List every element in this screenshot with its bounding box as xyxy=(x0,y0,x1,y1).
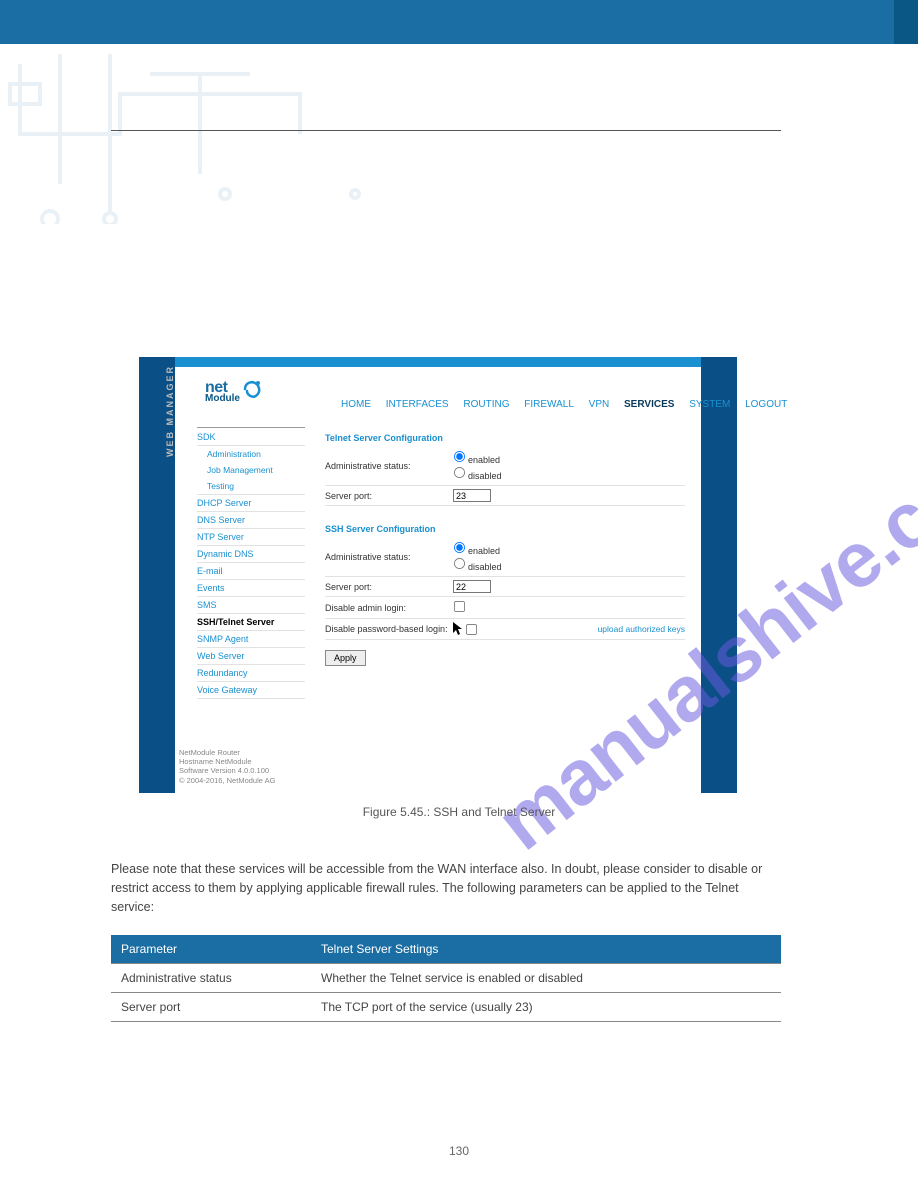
sidebar-item-ntp[interactable]: NTP Server xyxy=(197,529,305,546)
ssh-disable-pw-row: Disable password-based login: upload aut… xyxy=(325,619,685,640)
sidebar-item-sdk-admin[interactable]: Administration xyxy=(197,446,305,462)
sidebar-item-sdk-job[interactable]: Job Management xyxy=(197,462,305,478)
ssh-disable-pw-checkbox[interactable] xyxy=(466,623,477,634)
table-row: Server port The TCP port of the service … xyxy=(111,993,781,1022)
table-header-row: Parameter Telnet Server Settings xyxy=(111,935,781,964)
web-manager-label: WEB MANAGER xyxy=(165,365,175,457)
telnet-disabled-radio[interactable] xyxy=(454,467,465,478)
nav-system[interactable]: SYSTEM xyxy=(689,399,730,410)
sidebar-item-dns[interactable]: DNS Server xyxy=(197,512,305,529)
nav-home[interactable]: HOME xyxy=(341,399,371,410)
footer-line2: Hostname NetModule xyxy=(179,757,275,766)
ssh-disable-admin-label: Disable admin login: xyxy=(325,603,453,613)
ssh-enabled-label: enabled xyxy=(468,546,500,556)
sidebar-item-ddns[interactable]: Dynamic DNS xyxy=(197,546,305,563)
telnet-port-input[interactable] xyxy=(453,489,491,502)
sidebar-item-snmp[interactable]: SNMP Agent xyxy=(197,631,305,648)
parameter-table: Parameter Telnet Server Settings Adminis… xyxy=(111,935,781,1022)
body-paragraph: Please note that these services will be … xyxy=(111,860,781,916)
apply-button[interactable]: Apply xyxy=(325,650,366,666)
table-header-desc: Telnet Server Settings xyxy=(311,935,781,964)
sidebar-item-dhcp[interactable]: DHCP Server xyxy=(197,495,305,512)
router-logo: net Module xyxy=(205,379,240,404)
telnet-enabled-label: enabled xyxy=(468,455,500,465)
sidebar-item-webserver[interactable]: Web Server xyxy=(197,648,305,665)
table-header-param: Parameter xyxy=(111,935,311,964)
header-rule xyxy=(111,130,781,131)
logo-text-sub: Module xyxy=(205,393,240,404)
figure-caption: Figure 5.45.: SSH and Telnet Server xyxy=(0,805,918,819)
ssh-disable-admin-checkbox[interactable] xyxy=(454,601,465,612)
ssh-disabled-radio[interactable] xyxy=(454,558,465,569)
nav-logout[interactable]: LOGOUT xyxy=(745,399,787,410)
nav-routing[interactable]: ROUTING xyxy=(463,399,509,410)
sidebar-item-events[interactable]: Events xyxy=(197,580,305,597)
document-header xyxy=(0,55,918,125)
telnet-port-row: Server port: xyxy=(325,486,685,506)
config-content: Telnet Server Configuration Administrati… xyxy=(325,423,685,666)
ssh-port-row: Server port: xyxy=(325,577,685,597)
ssh-admin-label: Administrative status: xyxy=(325,552,453,562)
telnet-heading: Telnet Server Configuration xyxy=(325,433,685,443)
router-footer-info: NetModule Router Hostname NetModule Soft… xyxy=(175,748,275,786)
nav-services[interactable]: SERVICES xyxy=(624,399,674,410)
telnet-admin-label: Administrative status: xyxy=(325,461,453,471)
ssh-disable-admin-row: Disable admin login: xyxy=(325,597,685,619)
telnet-port-label: Server port: xyxy=(325,491,453,501)
table-cell-desc: Whether the Telnet service is enabled or… xyxy=(311,964,781,993)
logo-swirl-icon xyxy=(241,377,265,401)
router-screenshot: net Module HOME INTERFACES ROUTING FIREW… xyxy=(139,357,737,793)
table-cell-desc: The TCP port of the service (usually 23) xyxy=(311,993,781,1022)
router-top-stripe xyxy=(175,357,701,367)
page-top-bar xyxy=(0,0,918,44)
footer-line4: © 2004-2016, NetModule AG xyxy=(179,776,275,785)
ssh-enabled-radio[interactable] xyxy=(454,542,465,553)
table-row: Administrative status Whether the Telnet… xyxy=(111,964,781,993)
page-number: 130 xyxy=(0,1144,918,1158)
router-header: net Module HOME INTERFACES ROUTING FIREW… xyxy=(175,367,701,421)
sidebar-menu: SDK Administration Job Management Testin… xyxy=(197,427,305,699)
telnet-admin-row: Administrative status: enabled disabled xyxy=(325,447,685,486)
table-cell-param: Server port xyxy=(111,993,311,1022)
table-cell-param: Administrative status xyxy=(111,964,311,993)
sidebar-item-redundancy[interactable]: Redundancy xyxy=(197,665,305,682)
sidebar-item-email[interactable]: E-mail xyxy=(197,563,305,580)
cursor-icon xyxy=(453,622,463,636)
nav-firewall[interactable]: FIREWALL xyxy=(524,399,574,410)
ssh-port-label: Server port: xyxy=(325,582,453,592)
ssh-disable-pw-label: Disable password-based login: xyxy=(325,624,453,634)
telnet-enabled-radio[interactable] xyxy=(454,451,465,462)
sidebar-item-ssh-telnet[interactable]: SSH/Telnet Server xyxy=(197,614,305,631)
router-screenshot-inner: net Module HOME INTERFACES ROUTING FIREW… xyxy=(175,357,701,793)
sidebar-item-sms[interactable]: SMS xyxy=(197,597,305,614)
nav-vpn[interactable]: VPN xyxy=(589,399,610,410)
footer-line1: NetModule Router xyxy=(179,748,275,757)
sidebar-item-sdk-testing[interactable]: Testing xyxy=(197,478,305,495)
main-nav: HOME INTERFACES ROUTING FIREWALL VPN SER… xyxy=(335,399,793,410)
ssh-admin-row: Administrative status: enabled disabled xyxy=(325,538,685,577)
telnet-disabled-label: disabled xyxy=(468,471,502,481)
ssh-disabled-label: disabled xyxy=(468,562,502,572)
ssh-port-input[interactable] xyxy=(453,580,491,593)
nav-interfaces[interactable]: INTERFACES xyxy=(386,399,449,410)
sidebar-item-voicegw[interactable]: Voice Gateway xyxy=(197,682,305,699)
ssh-heading: SSH Server Configuration xyxy=(325,524,685,534)
footer-line3: Software Version 4.0.0.100 xyxy=(179,766,275,775)
sidebar-item-sdk[interactable]: SDK xyxy=(197,427,305,446)
upload-keys-link[interactable]: upload authorized keys xyxy=(598,624,685,634)
